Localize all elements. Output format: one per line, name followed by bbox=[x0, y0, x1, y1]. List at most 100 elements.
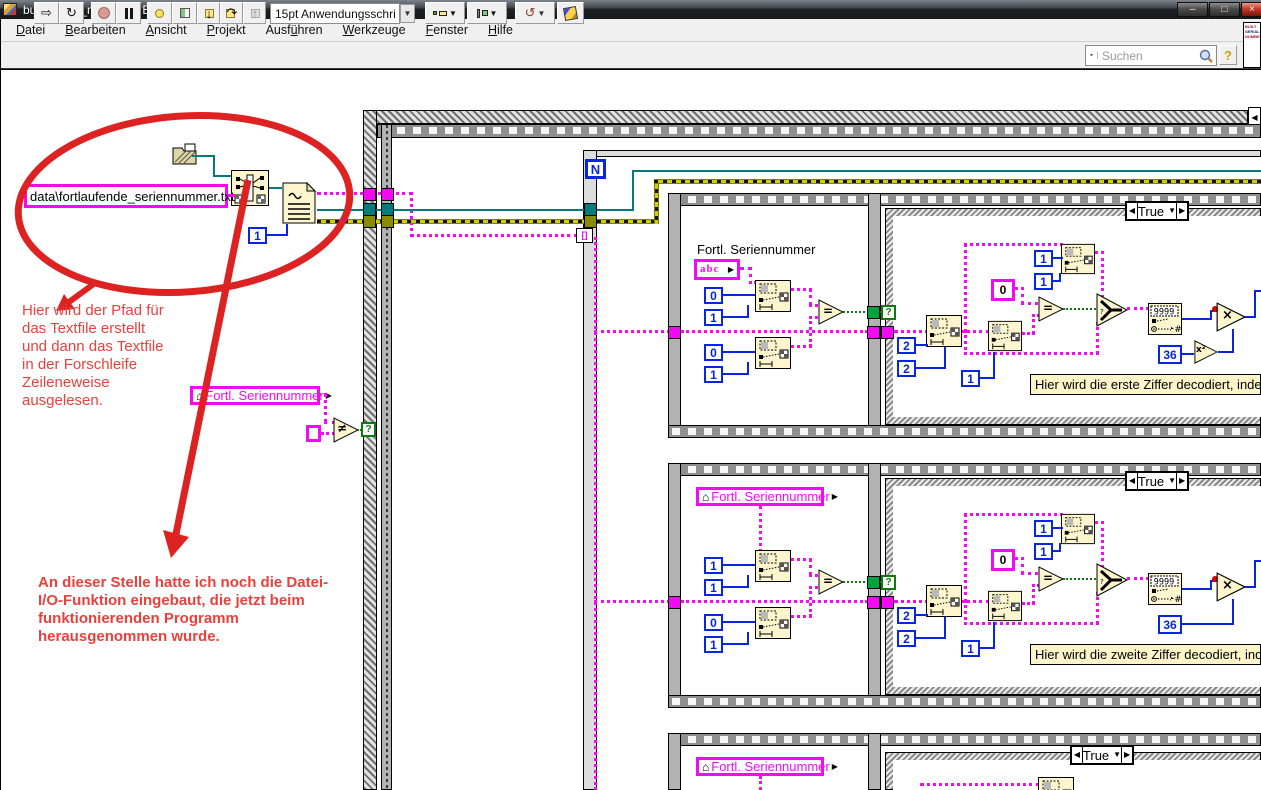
run-button[interactable]: ⇨ bbox=[34, 2, 59, 24]
comment-label[interactable]: Hier wird die zweite Ziffer decodiert, i… bbox=[1030, 644, 1261, 665]
indexing-tunnel[interactable]: [] bbox=[576, 228, 593, 243]
equal-node[interactable]: = bbox=[818, 299, 844, 325]
numeric-constant[interactable]: 2 bbox=[897, 630, 916, 647]
string-subset-icon[interactable] bbox=[988, 590, 1022, 622]
numeric-constant[interactable]: 1 bbox=[704, 579, 723, 596]
read-text-file-icon[interactable] bbox=[281, 182, 317, 224]
numeric-constant[interactable]: 1 bbox=[1034, 273, 1053, 290]
current-vi-path-icon[interactable] bbox=[172, 143, 198, 165]
tunnel[interactable] bbox=[363, 188, 376, 201]
close-button[interactable]: × bbox=[1241, 2, 1261, 17]
string-subset-icon[interactable] bbox=[926, 315, 962, 347]
equal-node[interactable]: = bbox=[1038, 566, 1064, 592]
case-selector[interactable]: ◀ True ▼ ▶ bbox=[1125, 201, 1189, 221]
decimal-string-to-number-icon[interactable] bbox=[1148, 573, 1182, 605]
pause-button[interactable] bbox=[116, 2, 141, 24]
highlight-execution-button[interactable] bbox=[147, 2, 172, 24]
numeric-constant[interactable]: 0 bbox=[704, 287, 723, 304]
tunnel[interactable] bbox=[881, 596, 894, 609]
cleanup-diagram-button[interactable] bbox=[557, 2, 584, 24]
case-dropdown-icon[interactable]: ▼ bbox=[1168, 207, 1176, 215]
reorder-objects-button[interactable]: ↺ ▼ bbox=[515, 2, 555, 24]
case-prev-icon[interactable]: ◀ bbox=[1127, 203, 1137, 219]
case-next-icon[interactable]: ▶ bbox=[1177, 203, 1187, 219]
local-variable-seriennummer[interactable]: ⌂ Fortl. Seriennummer ▶ bbox=[696, 487, 838, 506]
string-subset-icon[interactable] bbox=[755, 550, 791, 582]
numeric-constant[interactable]: 1 bbox=[1034, 543, 1053, 560]
numeric-constant[interactable]: 1 bbox=[961, 640, 980, 657]
context-help-button[interactable]: ? bbox=[1219, 45, 1237, 65]
numeric-constant[interactable]: 2 bbox=[897, 607, 916, 624]
numeric-constant[interactable]: 0 bbox=[704, 344, 723, 361]
string-terminal[interactable]: abc ▶ bbox=[694, 259, 740, 280]
step-out-button[interactable]: ↑ bbox=[243, 2, 266, 24]
tunnel[interactable] bbox=[668, 596, 681, 609]
annotation-note-2[interactable]: An dieser Stelle hatte ich noch die Date… bbox=[38, 574, 338, 646]
step-over-button[interactable]: ↷ bbox=[220, 2, 243, 24]
numeric-constant[interactable]: 2 bbox=[897, 360, 916, 377]
tunnel[interactable] bbox=[867, 576, 880, 589]
case-dropdown-icon[interactable]: ▼ bbox=[1168, 477, 1176, 485]
equal-node[interactable]: = bbox=[1038, 296, 1064, 322]
align-objects-button[interactable]: ▼ bbox=[425, 2, 465, 24]
vi-icon[interactable]: BUILT SERIAL NUMBER bbox=[1243, 22, 1261, 68]
string-subset-icon[interactable] bbox=[1061, 243, 1095, 275]
tunnel[interactable] bbox=[867, 326, 880, 339]
string-constant[interactable]: 0 bbox=[991, 549, 1015, 571]
numeric-constant[interactable]: 2 bbox=[897, 337, 916, 354]
file-path-constant[interactable]: data\fortlaufende_seriennummer.txt bbox=[24, 184, 235, 208]
empty-string-constant[interactable] bbox=[306, 425, 321, 442]
not-equal-node[interactable]: ≠ bbox=[333, 417, 359, 443]
case-prev-icon[interactable]: ◀ bbox=[1072, 747, 1082, 763]
multiply-node[interactable]: × bbox=[1216, 302, 1246, 332]
local-variable-seriennummer[interactable]: ⌂ Fortl. Seriennummer ▶ bbox=[696, 757, 838, 776]
font-selector-dropdown[interactable]: ▼ bbox=[400, 4, 415, 23]
case-selector-tunnel[interactable]: ? bbox=[881, 575, 896, 590]
run-continuous-button[interactable]: ↻ bbox=[59, 2, 84, 24]
tunnel[interactable] bbox=[867, 306, 880, 319]
loop-count-terminal[interactable]: N bbox=[585, 159, 606, 179]
numeric-constant[interactable]: 0 bbox=[704, 614, 723, 631]
distribute-objects-button[interactable]: ▼ bbox=[467, 2, 507, 24]
font-selector[interactable]: 15pt Anwendungsschriftart bbox=[270, 3, 400, 24]
build-path-icon[interactable] bbox=[231, 170, 269, 206]
case-prev-icon[interactable]: ◀ bbox=[1127, 473, 1137, 489]
select-node-icon[interactable] bbox=[1096, 293, 1128, 327]
numeric-constant[interactable]: 1 bbox=[1034, 250, 1053, 267]
abort-button[interactable] bbox=[91, 2, 116, 24]
search-input[interactable] bbox=[1098, 48, 1198, 63]
case-next-icon[interactable]: ▶ bbox=[1122, 747, 1132, 763]
string-subset-icon[interactable] bbox=[1038, 777, 1074, 790]
tunnel[interactable] bbox=[867, 596, 880, 609]
step-into-button[interactable]: ↓ bbox=[197, 2, 220, 24]
case-selector-tunnel[interactable]: ? bbox=[881, 305, 896, 320]
maximize-button[interactable]: □ bbox=[1209, 2, 1240, 17]
minimize-button[interactable]: – bbox=[1177, 2, 1208, 17]
case-dropdown-icon[interactable]: ▼ bbox=[1113, 751, 1121, 759]
numeric-constant[interactable]: 36 bbox=[1158, 345, 1182, 364]
multiply-node[interactable]: × bbox=[1216, 572, 1246, 602]
string-subset-icon[interactable] bbox=[755, 280, 791, 312]
tunnel[interactable] bbox=[363, 215, 376, 228]
search-history-dropdown[interactable]: ▪ bbox=[1086, 52, 1098, 59]
read-count-constant[interactable]: 1 bbox=[248, 227, 267, 244]
decimal-string-to-number-icon[interactable] bbox=[1148, 303, 1182, 335]
numeric-constant[interactable]: 1 bbox=[704, 309, 723, 326]
numeric-constant[interactable]: 1 bbox=[704, 636, 723, 653]
string-constant[interactable]: 0 bbox=[991, 279, 1015, 301]
search-box[interactable]: ▪ bbox=[1085, 45, 1217, 66]
case-next-icon[interactable]: ▶ bbox=[1177, 473, 1187, 489]
string-subset-icon[interactable] bbox=[755, 337, 791, 369]
string-subset-icon[interactable] bbox=[988, 320, 1022, 352]
square-node[interactable]: x² bbox=[1192, 340, 1220, 364]
retain-wire-values-button[interactable] bbox=[172, 2, 197, 24]
tunnel[interactable] bbox=[584, 215, 597, 228]
case-selector[interactable]: ◀ True ▼ ▶ bbox=[1070, 745, 1134, 765]
tunnel[interactable] bbox=[381, 188, 394, 201]
tunnel[interactable] bbox=[668, 326, 681, 339]
numeric-constant[interactable]: 1 bbox=[1034, 520, 1053, 537]
numeric-constant[interactable]: 1 bbox=[961, 370, 980, 387]
case-selector[interactable]: ◀ True ▼ ▶ bbox=[1125, 471, 1189, 491]
numeric-constant[interactable]: 1 bbox=[704, 557, 723, 574]
string-subset-icon[interactable] bbox=[1061, 513, 1095, 545]
